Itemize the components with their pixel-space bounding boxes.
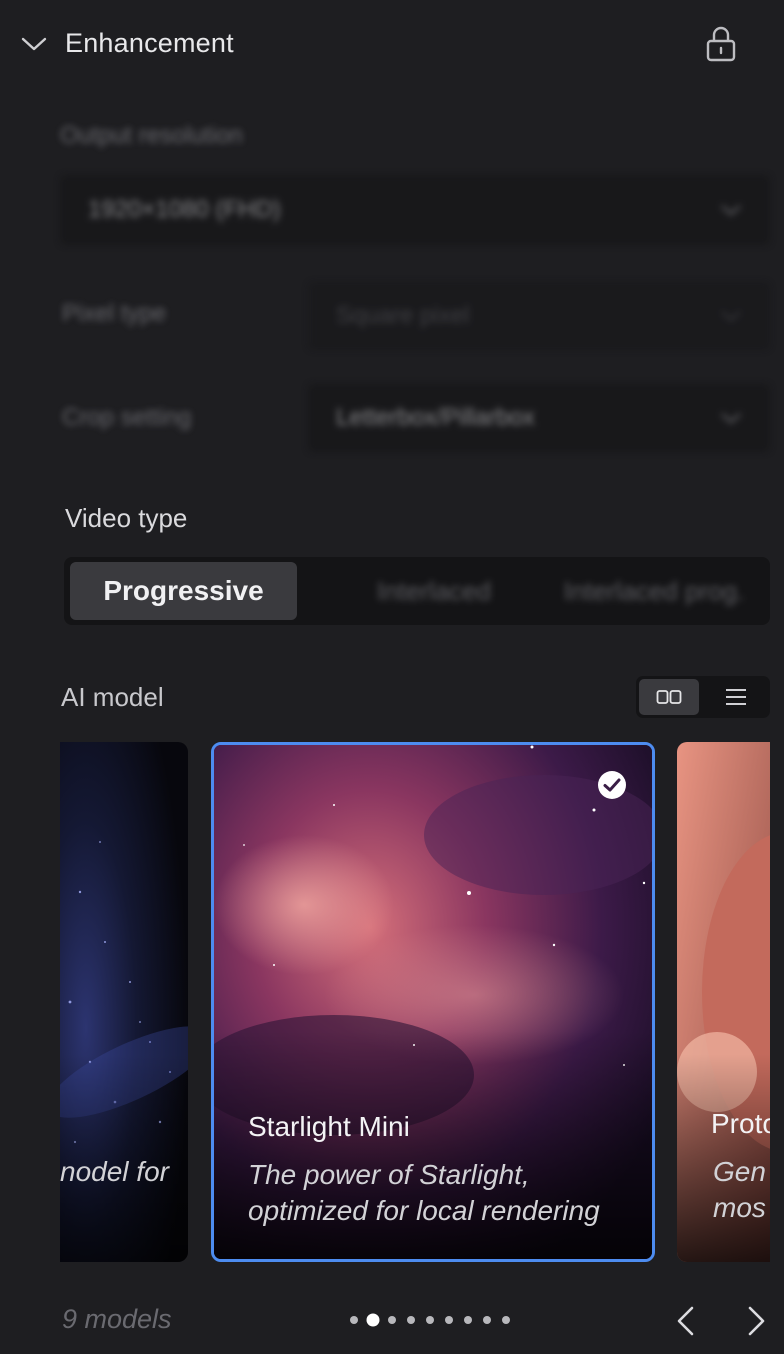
pagination-dot[interactable]	[366, 1313, 380, 1327]
pagination-dot[interactable]	[502, 1316, 510, 1324]
output-resolution-select[interactable]: 1920×1080 (FHD)	[60, 175, 770, 245]
video-type-segmented: Progressive Interlaced Interlaced prog.	[64, 557, 770, 625]
grid-view-button[interactable]	[639, 679, 699, 715]
model-count: 9 models	[62, 1304, 172, 1334]
section-header[interactable]: Enhancement	[0, 0, 784, 90]
pagination-dot[interactable]	[350, 1316, 358, 1324]
pagination-dot[interactable]	[407, 1316, 415, 1324]
card-description-line2: optimized for local rendering	[248, 1195, 600, 1226]
chevron-right-icon[interactable]	[738, 1302, 774, 1340]
selected-check-icon	[598, 771, 626, 799]
grid-view-icon	[656, 690, 682, 704]
pagination-dot[interactable]	[464, 1316, 472, 1324]
pagination-dot[interactable]	[388, 1316, 396, 1324]
list-view-icon	[726, 689, 746, 705]
pixel-type-value: Square pixel	[336, 302, 470, 329]
card-title: Proto	[711, 1108, 770, 1139]
pagination-dot[interactable]	[445, 1316, 453, 1324]
chevron-down-icon	[721, 311, 741, 322]
view-toggle	[636, 676, 770, 718]
card-description-line1: The power of Starlight,	[248, 1159, 530, 1190]
chevron-down-icon[interactable]	[20, 32, 48, 56]
card-title: Starlight Mini	[248, 1111, 410, 1142]
option-interlaced[interactable]: Interlaced	[334, 562, 534, 620]
model-card-next[interactable]: Proto Gen mos	[677, 742, 770, 1262]
crop-setting-select[interactable]: Letterbox/Pillarbox	[308, 384, 770, 452]
chevron-down-icon	[721, 205, 741, 216]
pixel-type-label: Pixel type	[62, 300, 167, 327]
section-title: Enhancement	[65, 28, 234, 58]
enhancement-panel: Enhancement Output resolution 1920×1080 …	[0, 0, 784, 1354]
card-description-line1: Gen	[713, 1156, 766, 1187]
output-resolution-label: Output resolution	[60, 122, 243, 149]
pagination-dot[interactable]	[483, 1316, 491, 1324]
crop-setting-label: Crop setting	[62, 404, 192, 431]
chevron-left-icon[interactable]	[668, 1302, 704, 1340]
option-progressive[interactable]: Progressive	[70, 562, 297, 620]
lock-icon[interactable]	[704, 24, 738, 64]
pagination-dot[interactable]	[426, 1316, 434, 1324]
video-type-label: Video type	[65, 503, 188, 533]
model-card-previous[interactable]: nodel for	[60, 742, 188, 1262]
output-resolution-value: 1920×1080 (FHD)	[88, 196, 281, 223]
card-description-line2: mos	[713, 1192, 766, 1223]
chevron-down-icon	[721, 413, 741, 424]
option-interlaced-prog[interactable]: Interlaced prog.	[544, 562, 764, 620]
pixel-type-select[interactable]: Square pixel	[308, 282, 770, 350]
crop-setting-value: Letterbox/Pillarbox	[336, 404, 535, 431]
list-view-button[interactable]	[706, 679, 766, 715]
card-description: nodel for	[60, 1156, 169, 1187]
pagination-dots[interactable]	[348, 1312, 518, 1328]
ai-model-label: AI model	[61, 682, 164, 712]
model-card-starlight-mini[interactable]: Starlight Mini The power of Starlight, o…	[211, 742, 655, 1262]
